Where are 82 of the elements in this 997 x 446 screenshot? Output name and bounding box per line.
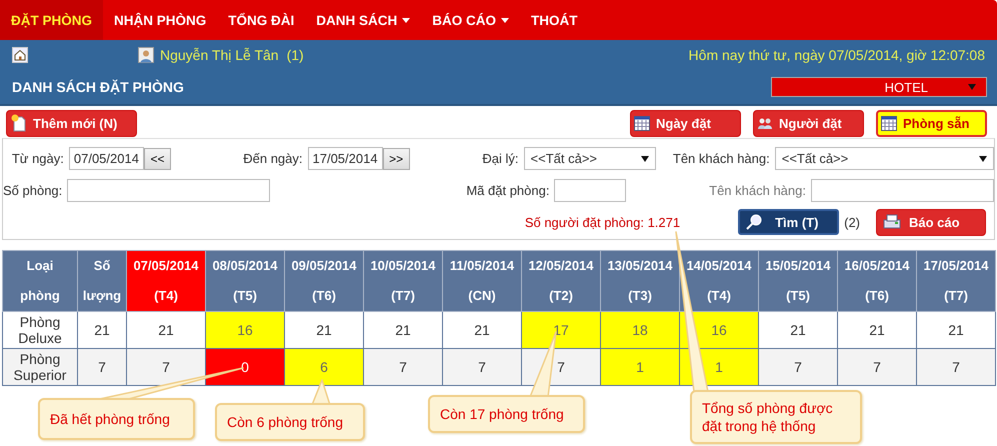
new-document-icon [11, 114, 27, 132]
nav-tab[interactable]: TỔNG ĐÀI [217, 0, 306, 40]
column-header: Loại phòng [2, 250, 78, 312]
agent-select[interactable]: <<Tất cả>> [524, 147, 656, 170]
user-name: Nguyễn Thị Lễ Tân [160, 47, 279, 63]
nav-tab[interactable]: NHẬN PHÒNG [103, 0, 218, 40]
table-cell: 21 [284, 312, 364, 348]
booking-code-field[interactable] [554, 179, 626, 202]
column-header: 07/05/2014 (T4) [126, 250, 206, 312]
table-cell: 21 [78, 312, 126, 348]
field-label: Đến ngày: [242, 151, 304, 166]
nav-tab[interactable]: BÁO CÁO [421, 0, 520, 40]
field-label: Mã đặt phòng: [465, 183, 550, 198]
field-label: Tên khách hàng: [708, 183, 807, 198]
nav-tab[interactable]: ĐẶT PHÒNG [0, 0, 103, 40]
table-cell: 21 [916, 312, 996, 348]
table-cell: 17 [522, 312, 600, 348]
caret-icon [640, 156, 649, 162]
column-header: 17/05/2014 (T7) [916, 250, 996, 312]
previous-button[interactable]: << [144, 148, 172, 170]
table-cell: 21 [758, 312, 838, 348]
printer-icon [883, 214, 901, 230]
table-cell: 7 [758, 348, 838, 386]
field-label: Số phòng: [3, 183, 64, 198]
callout: Tổng số phòng được đặt trong hệ thống [690, 390, 862, 444]
current-datetime: Hôm nay thứ tư, ngày 07/05/2014, giờ 12:07:08 [688, 47, 985, 63]
column-header: 11/05/2014 (CN) [442, 250, 522, 312]
column-header: 12/05/2014 (T2) [522, 250, 600, 312]
user-avatar-icon [138, 47, 154, 63]
view-tab[interactable]: Phòng sẵn [876, 110, 987, 136]
field-label: Đại lý: [481, 151, 520, 166]
to-date-field[interactable]: 17/05/2014 [308, 147, 383, 170]
caret-icon [978, 156, 987, 162]
next-button[interactable]: >> [382, 148, 410, 170]
column-header: 09/05/2014 (T6) [284, 250, 364, 312]
table-cell: 1 [600, 348, 680, 386]
column-header: 15/05/2014 (T5) [758, 250, 838, 312]
column-header: Số lượng [78, 250, 126, 312]
table-cell: 21 [442, 312, 522, 348]
add-new-button[interactable]: Thêm mới (N) [6, 110, 137, 136]
view-tab[interactable]: Người đặt [753, 110, 864, 136]
table-cell: 21 [364, 312, 442, 348]
column-header: 08/05/2014 (T5) [206, 250, 284, 312]
table-cell: 6 [284, 348, 364, 386]
nav-tab[interactable]: DANH SÁCH [305, 0, 422, 40]
table-cell: Phòng Deluxe [2, 312, 78, 348]
table-cell: 18 [600, 312, 680, 348]
field-label: Từ ngày: [10, 151, 65, 166]
field-label: Tên khách hàng: [672, 151, 771, 166]
table-cell: 21 [838, 312, 916, 348]
column-header: 14/05/2014 (T4) [680, 250, 758, 312]
table-cell: 7 [916, 348, 996, 386]
table-cell: 7 [126, 348, 206, 386]
customer-name-field[interactable] [810, 179, 994, 202]
table-cell: 16 [206, 312, 284, 348]
booking-total: Số người đặt phòng: 1.271 [524, 214, 680, 230]
column-header: 13/05/2014 (T3) [600, 250, 680, 312]
column-header: 16/05/2014 (T6) [838, 250, 916, 312]
table-cell: 21 [126, 312, 206, 348]
customer-select[interactable]: <<Tất cả>> [774, 147, 994, 170]
table-cell: 7 [78, 348, 126, 386]
result-count: (2) [844, 214, 860, 230]
table-cell: 7 [442, 348, 522, 386]
home-icon[interactable] [12, 47, 28, 63]
table-cell: 7 [364, 348, 442, 386]
caret-icon [968, 84, 976, 90]
callout: Đã hết phòng trống [38, 398, 195, 440]
view-tab[interactable]: Ngày đặt [630, 110, 741, 136]
user-count: (1) [286, 47, 304, 63]
search-icon [745, 213, 764, 231]
calendar-icon [881, 115, 897, 131]
search-button[interactable]: Tìm (T) [738, 209, 840, 235]
from-date-field[interactable]: 07/05/2014 [68, 147, 144, 170]
room-number-field[interactable] [67, 179, 270, 202]
table-cell: 7 [838, 348, 916, 386]
page-title: DANH SÁCH ĐẶT PHÒNG [12, 79, 184, 95]
table-cell: Phòng Superior [2, 348, 78, 386]
hotel-select[interactable]: HOTEL [771, 77, 987, 97]
column-header: 10/05/2014 (T7) [364, 250, 442, 312]
calendar-icon [634, 115, 650, 131]
report-button[interactable]: Báo cáo [876, 208, 986, 236]
nav-tab[interactable]: THOÁT [520, 0, 589, 40]
